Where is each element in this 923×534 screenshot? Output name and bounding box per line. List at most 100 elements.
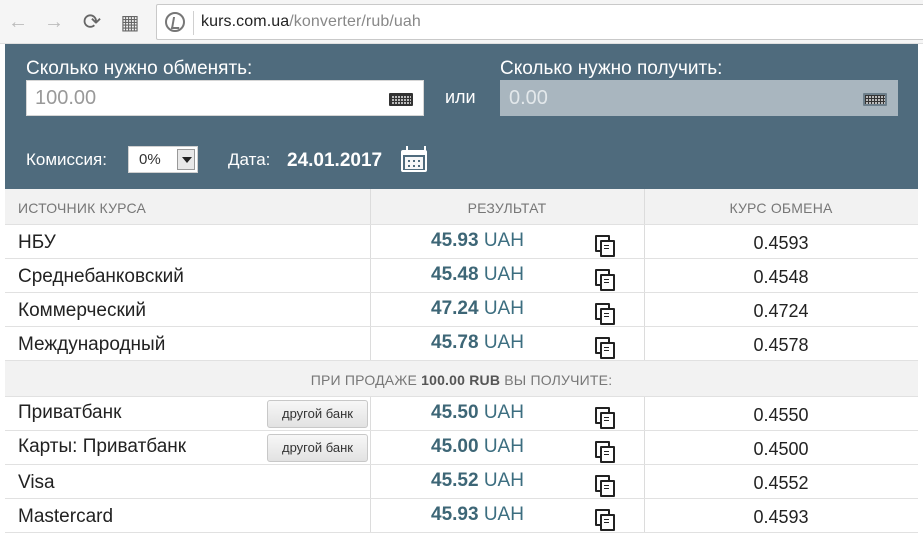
column-divider	[370, 293, 371, 326]
exchange-amount-value: 100.00	[35, 87, 97, 109]
receive-amount-input[interactable]: 0.00	[500, 80, 898, 116]
column-divider	[370, 431, 371, 464]
section-header: ПРИ ПРОДАЖЕ 100.00 RUB ВЫ ПОЛУЧИТЕ:	[5, 361, 918, 397]
result-currency: UAH	[483, 436, 524, 457]
header-result: РЕЗУЛЬТАТ	[467, 200, 547, 216]
copy-icon[interactable]	[595, 441, 615, 463]
result-value: 45.93 UAH	[431, 230, 524, 252]
table-row: НБУ 45.93 UAH 0.4593	[5, 225, 918, 259]
keyboard-icon[interactable]	[389, 93, 413, 106]
result-amount: 45.93	[431, 230, 479, 251]
other-bank-button[interactable]: другой банк	[267, 434, 368, 462]
table-row: Международный 45.78 UAH 0.4578	[5, 327, 918, 361]
exchange-rate: 0.4552	[753, 473, 809, 493]
address-bar[interactable]: kurs.com.ua/konverter/rub/uah	[156, 4, 923, 40]
commission-value: 0%	[139, 151, 161, 168]
receive-amount-label: Сколько нужно получить:	[500, 58, 723, 79]
chevron-down-icon[interactable]	[177, 149, 195, 170]
apps-icon[interactable]: ▦	[116, 8, 144, 36]
url-domain: kurs.com.ua	[201, 13, 290, 30]
exchange-rate: 0.4548	[753, 267, 809, 287]
result-amount: 45.00	[431, 436, 479, 457]
result-amount: 47.24	[431, 298, 479, 319]
calendar-icon[interactable]	[401, 146, 427, 172]
receive-amount-value: 0.00	[509, 87, 548, 109]
exchange-rate: 0.4550	[753, 405, 809, 425]
copy-icon[interactable]	[595, 269, 615, 291]
column-divider	[370, 397, 371, 430]
rate-source: Международный	[18, 334, 166, 355]
exchange-amount-input[interactable]: 100.00	[26, 80, 424, 116]
keyboard-icon[interactable]	[863, 93, 887, 106]
browser-toolbar: ← → ⟳ ▦ kurs.com.ua/konverter/rub/uah	[0, 0, 923, 44]
section-title: ПРИ ПРОДАЖЕ 100.00 RUB ВЫ ПОЛУЧИТЕ:	[5, 372, 918, 388]
date-value: 24.01.2017	[287, 150, 383, 171]
result-currency: UAH	[483, 504, 524, 525]
exchange-rate: 0.4593	[753, 233, 809, 253]
table-row: Среднебанковский 45.48 UAH 0.4548	[5, 259, 918, 293]
table-row: Карты: Приватбанк другой банк 45.00 UAH …	[5, 431, 918, 465]
url-path: /konverter/rub/uah	[289, 13, 421, 30]
result-amount: 45.78	[431, 332, 479, 353]
column-divider	[370, 259, 371, 292]
result-currency: UAH	[483, 332, 524, 353]
commission-label: Комиссия:	[26, 150, 107, 169]
url-text[interactable]: kurs.com.ua/konverter/rub/uah	[201, 13, 421, 31]
other-bank-button[interactable]: другой банк	[267, 400, 368, 428]
result-value: 45.78 UAH	[431, 332, 524, 354]
date-label: Дата:	[228, 150, 271, 169]
copy-icon[interactable]	[595, 303, 615, 325]
copy-icon[interactable]	[595, 509, 615, 531]
table-row: Коммерческий 47.24 UAH 0.4724	[5, 293, 918, 327]
result-currency: UAH	[483, 298, 524, 319]
column-divider	[370, 225, 371, 258]
header-rate: КУРС ОБМЕНА	[729, 200, 833, 216]
exchange-rate: 0.4578	[753, 335, 809, 355]
result-amount: 45.50	[431, 402, 479, 423]
section-amount: 100.00 RUB	[421, 372, 501, 388]
table-header: ИСТОЧНИК КУРСА РЕЗУЛЬТАТ КУРС ОБМЕНА	[5, 189, 918, 225]
result-amount: 45.48	[431, 264, 479, 285]
result-currency: UAH	[483, 230, 524, 251]
section-suffix: ВЫ ПОЛУЧИТЕ:	[504, 372, 613, 388]
result-value: 45.48 UAH	[431, 264, 524, 286]
address-divider	[193, 11, 194, 35]
converter-panel: Сколько нужно обменять: 100.00 или Сколь…	[5, 44, 918, 189]
bank-name: Mastercard	[18, 506, 114, 527]
result-value: 45.52 UAH	[431, 470, 524, 492]
bank-name: Приватбанк	[18, 402, 122, 423]
column-divider	[370, 327, 371, 360]
rate-source: НБУ	[18, 232, 56, 253]
bank-name: Карты: Приватбанк	[18, 436, 187, 457]
exchange-amount-label: Сколько нужно обменять:	[26, 58, 253, 79]
section-prefix: ПРИ ПРОДАЖЕ	[310, 372, 417, 388]
result-value: 47.24 UAH	[431, 298, 524, 320]
reload-icon[interactable]: ⟳	[78, 8, 106, 36]
table-row: Приватбанк другой банк 45.50 UAH 0.4550	[5, 397, 918, 431]
rate-source: Коммерческий	[18, 300, 146, 321]
copy-icon[interactable]	[595, 407, 615, 429]
back-icon[interactable]: ←	[4, 8, 32, 36]
forward-icon[interactable]: →	[40, 8, 68, 36]
page-info-icon[interactable]	[165, 12, 185, 32]
result-amount: 45.93	[431, 504, 479, 525]
bank-name: Visa	[18, 472, 55, 493]
column-divider	[370, 465, 371, 498]
table-row: Visa 45.52 UAH 0.4552	[5, 465, 918, 499]
result-currency: UAH	[483, 470, 524, 491]
header-source: ИСТОЧНИК КУРСА	[18, 200, 147, 216]
result-amount: 45.52	[431, 470, 479, 491]
result-value: 45.00 UAH	[431, 436, 524, 458]
rate-source: Среднебанковский	[18, 266, 184, 287]
or-label: или	[445, 87, 476, 107]
exchange-rate: 0.4724	[753, 301, 809, 321]
commission-select[interactable]: 0%	[128, 146, 198, 173]
result-value: 45.93 UAH	[431, 504, 524, 526]
copy-icon[interactable]	[595, 235, 615, 257]
exchange-rate: 0.4593	[753, 507, 809, 527]
copy-icon[interactable]	[595, 337, 615, 359]
exchange-rate: 0.4500	[753, 439, 809, 459]
result-currency: UAH	[483, 402, 524, 423]
result-value: 45.50 UAH	[431, 402, 524, 424]
copy-icon[interactable]	[595, 475, 615, 497]
